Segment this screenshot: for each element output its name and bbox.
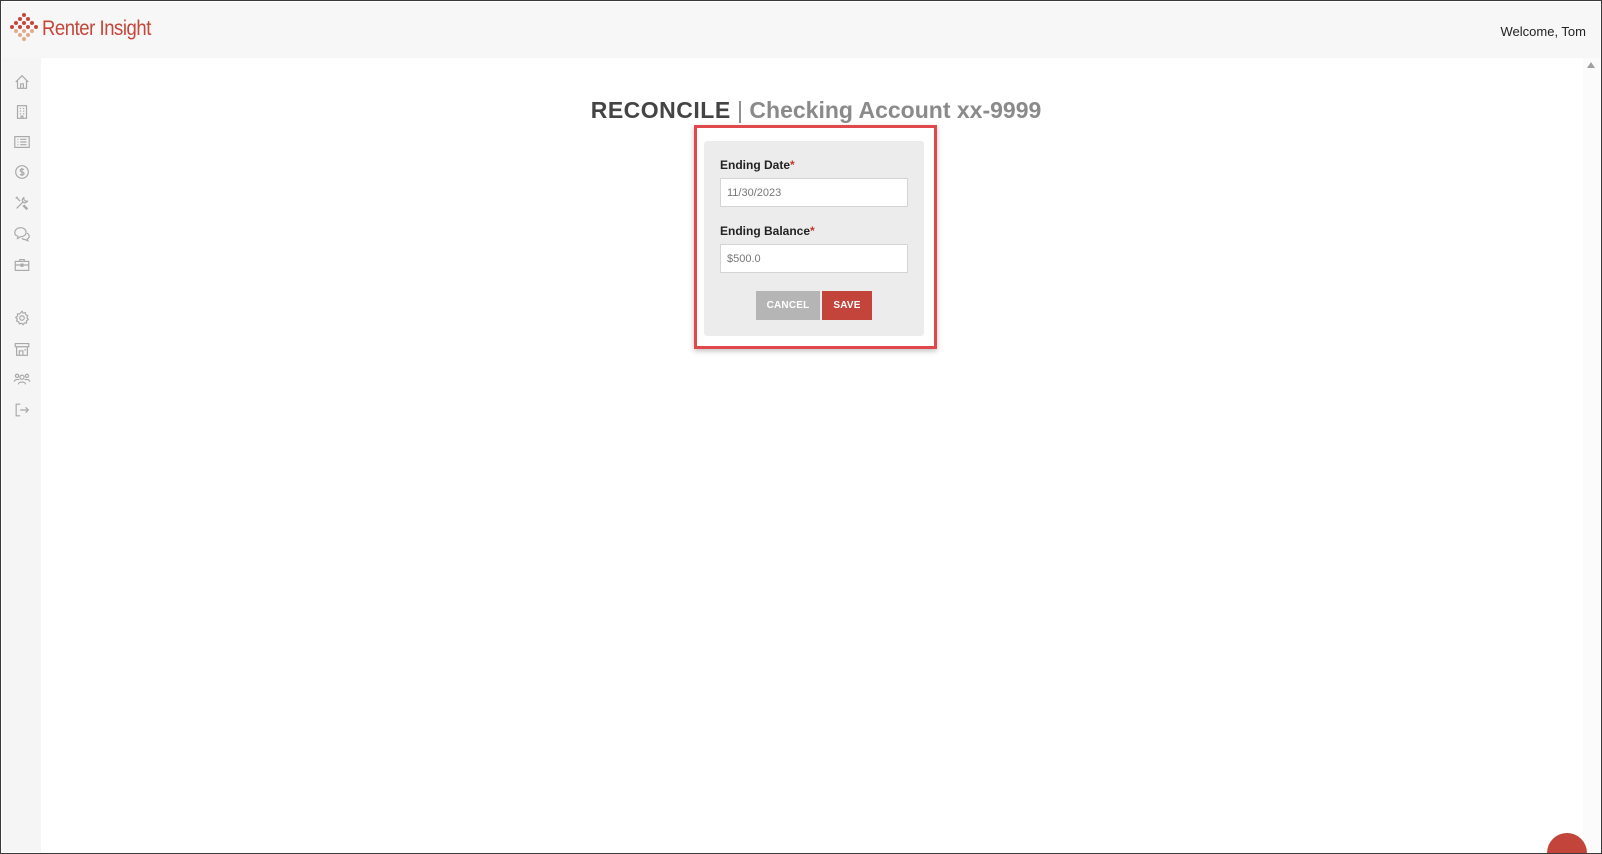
required-marker: * (790, 158, 795, 172)
logo[interactable]: Renter Insight (10, 12, 166, 46)
ending-date-label-text: Ending Date (720, 158, 791, 172)
ending-date-input[interactable]: 11/30/2023 (720, 178, 908, 207)
scrollbar[interactable] (1583, 58, 1600, 852)
chat-icon[interactable] (12, 224, 32, 244)
users-icon[interactable] (12, 369, 32, 389)
save-button[interactable]: SAVE (822, 291, 872, 320)
page-title-account: Checking Account xx-9999 (749, 97, 1042, 123)
scroll-up-arrow-icon[interactable] (1587, 62, 1595, 68)
welcome-text[interactable]: Welcome, Tom (1501, 24, 1587, 39)
logout-icon[interactable] (12, 400, 32, 420)
logo-icon (10, 12, 38, 46)
app-window: Renter Insight Welcome, Tom RECONCILE | … (0, 0, 1602, 854)
help-chat-button[interactable] (1547, 833, 1587, 853)
list-icon[interactable] (12, 132, 32, 152)
store-icon[interactable] (12, 339, 32, 359)
briefcase-icon[interactable] (12, 255, 32, 275)
dollar-icon[interactable] (12, 162, 32, 182)
sidebar (2, 58, 41, 852)
home-icon[interactable] (12, 72, 32, 92)
ending-date-label: Ending Date* (720, 158, 795, 172)
ending-balance-label: Ending Balance* (720, 224, 815, 238)
ending-balance-input[interactable]: $500.0 (720, 244, 908, 273)
tools-icon[interactable] (12, 193, 32, 213)
top-bar: Renter Insight Welcome, Tom (2, 2, 1600, 58)
page-title-separator: | (730, 97, 750, 123)
reconcile-form: Ending Date* 11/30/2023 Ending Balance* … (704, 141, 924, 336)
page-title: RECONCILE | Checking Account xx-9999 (1, 97, 1601, 124)
page-title-main: RECONCILE (590, 97, 731, 123)
ending-balance-label-text: Ending Balance (720, 224, 811, 238)
cancel-button[interactable]: CANCEL (756, 291, 820, 320)
gear-icon[interactable] (12, 308, 32, 328)
required-marker: * (810, 224, 815, 238)
logo-text: Renter Insight (42, 17, 151, 40)
